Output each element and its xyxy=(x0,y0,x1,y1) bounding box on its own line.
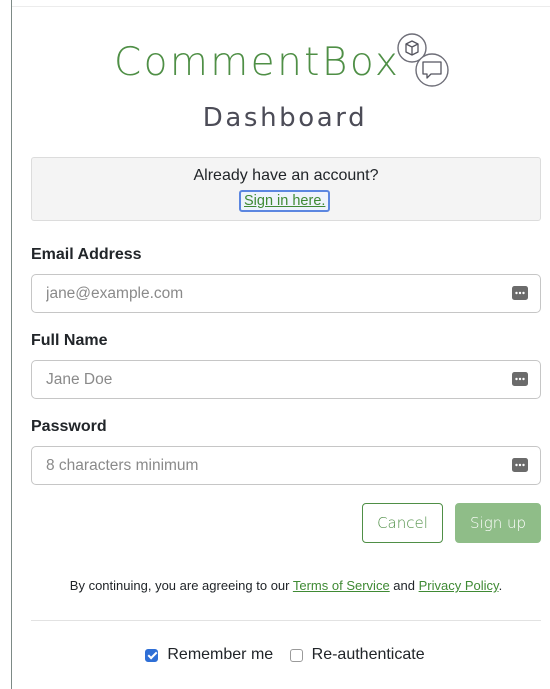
email-label: Email Address xyxy=(31,246,142,263)
page-subtitle: Dashboard xyxy=(202,103,368,133)
signin-notice-text: Already have an account? xyxy=(193,167,379,184)
email-field-box xyxy=(31,274,541,313)
signup-page: CommentBox Dashboard Already have an acc… xyxy=(0,0,550,689)
brand-logo: CommentBox xyxy=(114,32,454,92)
auth-options: Remember me Re-authenticate xyxy=(0,646,550,664)
divider xyxy=(31,620,541,621)
password-field-box xyxy=(31,446,541,485)
keyboard-icon[interactable] xyxy=(512,372,528,386)
terms-of-service-link[interactable]: Terms of Service xyxy=(293,578,390,593)
terms-conjunction: and xyxy=(389,578,419,593)
terms-notice: By continuing, you are agreeing to our T… xyxy=(31,578,541,593)
password-label: Password xyxy=(31,418,107,435)
terms-suffix: . xyxy=(498,578,503,593)
remember-me-checkbox[interactable] xyxy=(145,648,159,662)
brand-logo-text: CommentBox xyxy=(114,40,401,85)
remember-me-option[interactable]: Remember me xyxy=(145,646,273,664)
password-field[interactable] xyxy=(46,447,486,484)
reauthenticate-label: Re-authenticate xyxy=(311,646,425,663)
signin-link[interactable]: Sign in here. xyxy=(239,190,331,212)
cancel-button[interactable]: Cancel xyxy=(362,503,443,543)
cube-and-chat-bubble-icon xyxy=(397,33,449,87)
signin-notice: Already have an account? Sign in here. xyxy=(31,157,541,221)
top-border xyxy=(12,6,550,7)
full-name-field-box xyxy=(31,360,541,399)
reauthenticate-checkbox[interactable] xyxy=(289,648,303,662)
remember-me-label: Remember me xyxy=(167,646,274,663)
keyboard-icon[interactable] xyxy=(512,458,528,472)
full-name-label: Full Name xyxy=(31,332,108,349)
terms-prefix: By continuing, you are agreeing to our xyxy=(69,578,293,593)
full-name-field[interactable] xyxy=(46,361,486,398)
keyboard-icon[interactable] xyxy=(512,286,528,300)
reauthenticate-option[interactable]: Re-authenticate xyxy=(289,646,425,664)
sign-up-button[interactable]: Sign up xyxy=(455,503,541,543)
privacy-policy-link[interactable]: Privacy Policy xyxy=(419,578,499,593)
email-field[interactable] xyxy=(46,275,486,312)
